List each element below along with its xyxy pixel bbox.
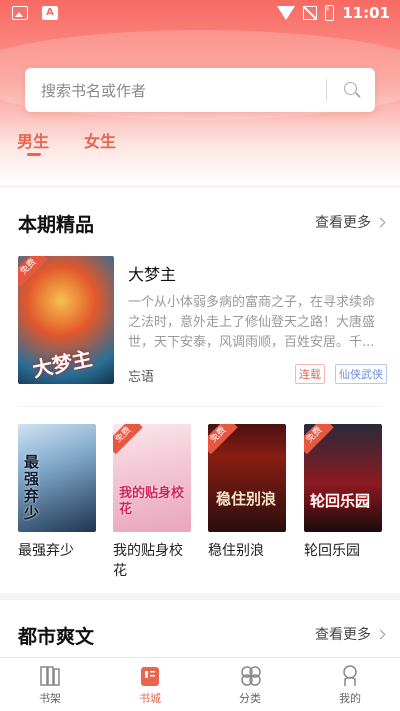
- book-cover[interactable]: 免费 大梦主: [18, 256, 114, 384]
- search-button[interactable]: [335, 74, 367, 106]
- nav-book-store[interactable]: 书城: [120, 664, 180, 706]
- tab-active-indicator: [27, 153, 41, 156]
- wifi-icon: [277, 6, 296, 20]
- status-tag: 连载: [295, 364, 325, 384]
- cover-title-art: 大梦主: [30, 345, 95, 382]
- urban-section: 都市爽文 查看更多: [0, 600, 400, 660]
- book-cover[interactable]: 免费 轮回乐园: [304, 424, 382, 532]
- free-badge: 免费: [304, 424, 334, 455]
- category-icon: [239, 664, 261, 688]
- genre-tag: 仙侠武侠: [335, 364, 387, 384]
- featured-section: 本期精品 查看更多 免费 大梦主 大梦主 一个从小体弱多病的富商之子，在寻求续命…: [0, 188, 400, 593]
- section-title: 都市爽文: [18, 626, 95, 648]
- cover-title-art: 我的贴身校花: [119, 486, 185, 517]
- bottom-navigation: 书架 书城 分类 我的: [0, 657, 400, 711]
- battery-charging-icon: [324, 5, 335, 21]
- book-title[interactable]: 最强弃少: [18, 541, 98, 561]
- nav-profile[interactable]: 我的: [320, 664, 380, 706]
- status-bar: A 11:01: [0, 0, 400, 28]
- view-more-button[interactable]: 查看更多: [315, 212, 386, 232]
- free-badge: 免费: [208, 424, 238, 455]
- cover-title-art: 稳住别浪: [216, 490, 277, 508]
- book-store-icon: [139, 664, 161, 688]
- bookshelf-icon: [39, 664, 61, 688]
- chevron-right-icon: [375, 629, 386, 639]
- cover-title-art: 轮回乐园: [310, 492, 371, 510]
- view-more-label: 查看更多: [315, 627, 371, 643]
- no-signal-icon: [303, 6, 318, 20]
- book-title[interactable]: 大梦主: [128, 261, 176, 285]
- tab-female[interactable]: 女生: [84, 128, 116, 152]
- book-description: 一个从小体弱多病的富商之子，在寻求续命之法时，意外走上了修仙登天之路！大唐盛世，…: [128, 295, 376, 350]
- book-title[interactable]: 稳住别浪: [208, 541, 288, 561]
- pdf-icon: A: [42, 6, 58, 20]
- book-author: 忘语: [128, 370, 155, 385]
- nav-category[interactable]: 分类: [220, 664, 280, 706]
- nav-label: 分类: [239, 692, 261, 705]
- nav-label: 书城: [139, 692, 161, 705]
- section-title: 本期精品: [18, 214, 95, 236]
- book-title[interactable]: 我的贴身校花: [113, 541, 193, 581]
- book-cover[interactable]: 最强弃少: [18, 424, 96, 532]
- image-icon: [12, 6, 28, 20]
- divider: [18, 406, 382, 407]
- view-more-label: 查看更多: [315, 215, 371, 231]
- nav-label: 我的: [339, 692, 361, 705]
- search-divider: [326, 79, 327, 101]
- view-more-button[interactable]: 查看更多: [315, 624, 386, 644]
- search-bar[interactable]: 搜索书名或作者: [25, 68, 375, 112]
- status-time: 11:01: [342, 4, 390, 22]
- book-cover[interactable]: 免费 稳住别浪: [208, 424, 286, 532]
- search-input[interactable]: 搜索书名或作者: [41, 80, 146, 101]
- tab-male[interactable]: 男生: [17, 128, 49, 152]
- book-cover[interactable]: 免费 我的贴身校花: [113, 424, 191, 532]
- cover-title-art: 最强弃少: [24, 453, 40, 522]
- chevron-right-icon: [375, 217, 386, 227]
- free-badge: 免费: [18, 256, 48, 287]
- profile-icon: [339, 664, 361, 688]
- nav-label: 书架: [39, 692, 61, 705]
- free-badge: 免费: [113, 424, 143, 455]
- book-title[interactable]: 轮回乐园: [304, 541, 384, 561]
- nav-bookshelf[interactable]: 书架: [20, 664, 80, 706]
